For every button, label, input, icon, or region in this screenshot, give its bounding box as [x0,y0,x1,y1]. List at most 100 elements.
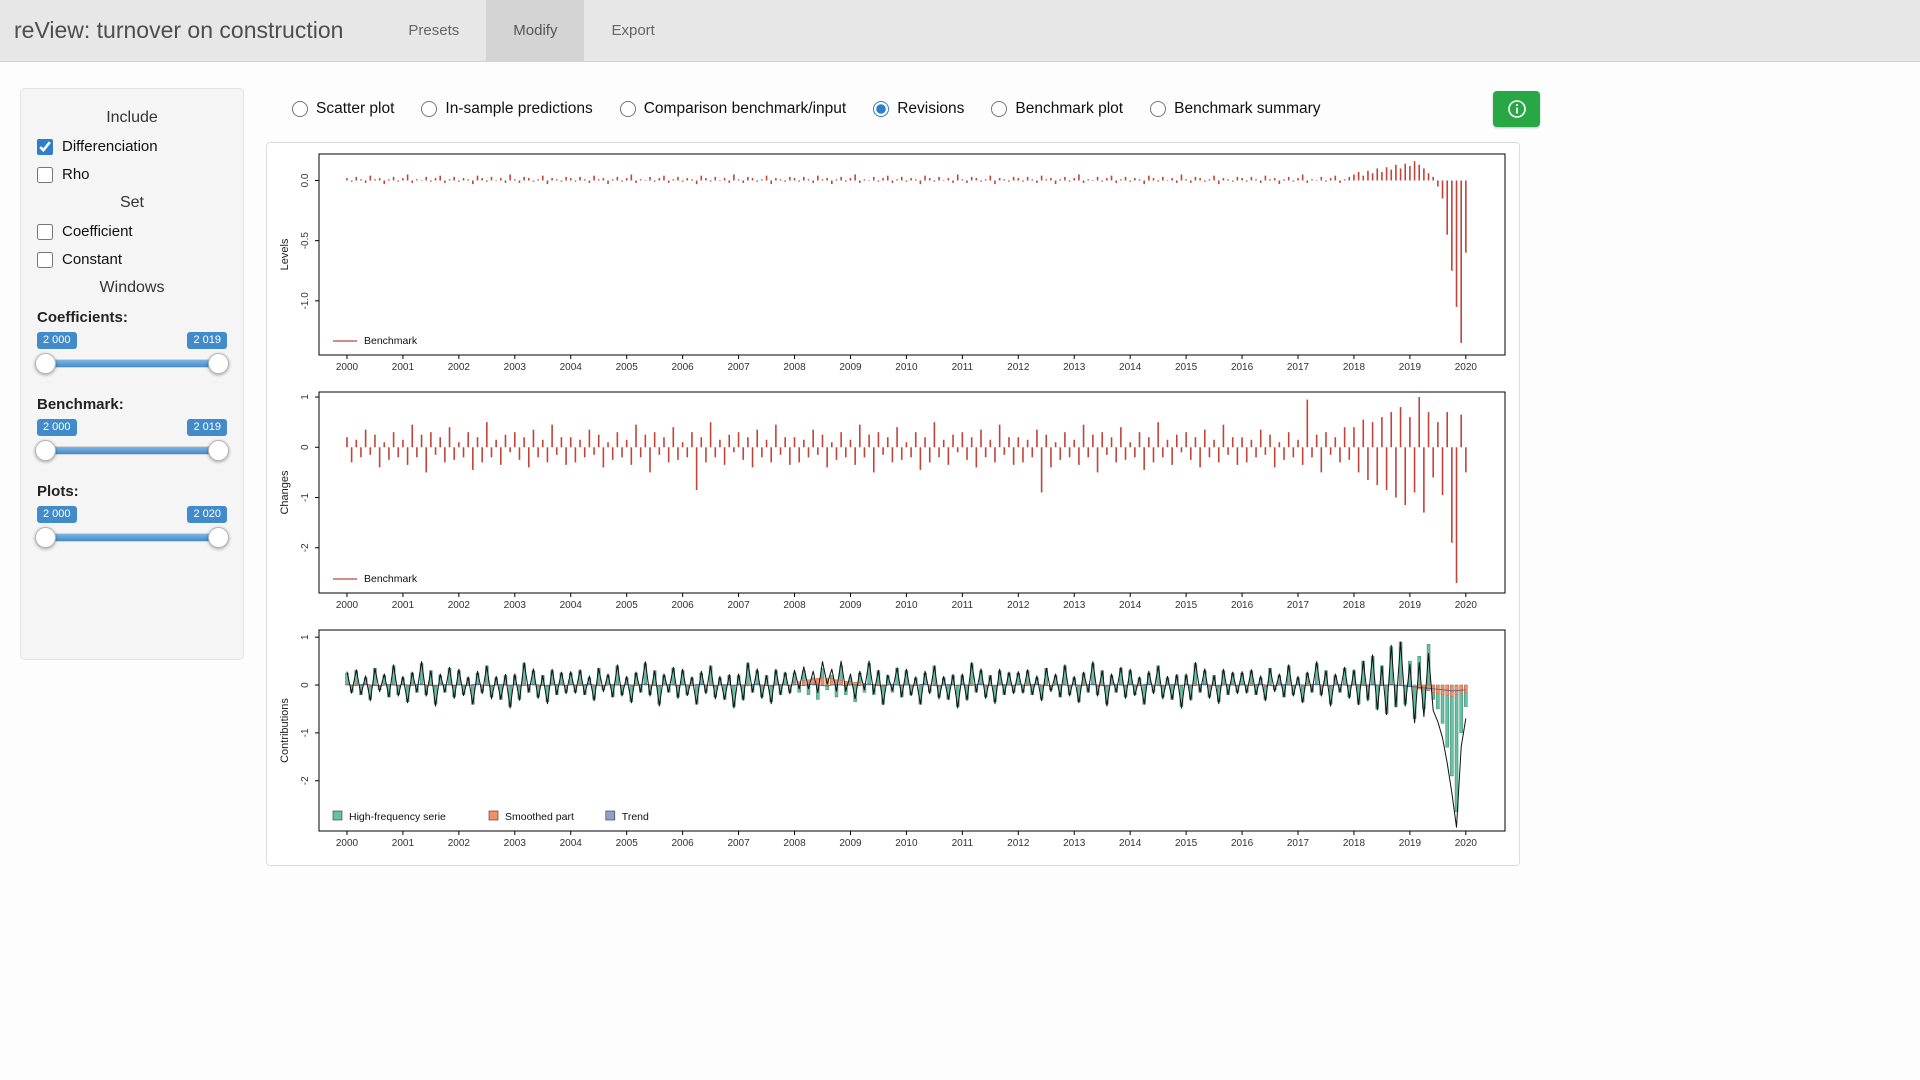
svg-text:2000: 2000 [336,362,359,373]
radio-input-in-sample-predictions[interactable] [421,101,437,117]
include-heading: Include [37,109,227,127]
slider-handle-right[interactable] [208,527,229,548]
page-content: Include DifferenciationRho Set Coefficie… [0,62,1920,866]
svg-text:2011: 2011 [952,838,974,849]
legend-label: Trend [622,811,649,823]
slider-track[interactable] [37,446,227,455]
slider-handle-left[interactable] [35,527,56,548]
legend-label: High-frequency serie [349,811,446,823]
contributions-chart-svg: 2000200120022003200420052006200720082009… [271,623,1515,861]
svg-text:Levels: Levels [279,238,291,270]
svg-text:2009: 2009 [839,838,862,849]
plot-type-controls: Scatter plot In-sample predictions Compari… [266,91,1540,127]
checkbox-rho[interactable]: Rho [37,166,227,183]
svg-text:1: 1 [300,634,311,640]
svg-text:2017: 2017 [1287,362,1310,373]
slider-handle-left[interactable] [35,353,56,374]
slider-to-value: 2 019 [187,419,227,436]
slider-fill [43,447,221,454]
include-checkbox-group: Differenciation Rho [37,138,227,183]
svg-text:-0.5: -0.5 [300,232,311,250]
svg-text:2002: 2002 [448,600,471,611]
svg-text:2016: 2016 [1231,600,1254,611]
slider-from-value: 2 000 [37,332,77,349]
radio-benchmark-plot[interactable]: Benchmark plot [991,100,1123,118]
svg-text:-2: -2 [300,776,311,785]
svg-text:2008: 2008 [783,600,806,611]
slider-track[interactable] [37,359,227,368]
radio-label: Benchmark plot [1015,100,1123,118]
checkbox-constant[interactable]: Constant [37,251,227,268]
svg-text:2010: 2010 [895,600,918,611]
info-button[interactable] [1493,91,1540,127]
slider-to-value: 2 020 [187,506,227,523]
radio-input-benchmark-summary[interactable] [1150,101,1166,117]
app-header: reView: turnover on construction Presets… [0,0,1920,62]
slider-benchmark: Benchmark:2 0002 019 [37,396,227,471]
info-icon [1507,99,1527,119]
svg-text:2019: 2019 [1399,362,1422,373]
svg-text:2015: 2015 [1175,838,1198,849]
range-slider[interactable]: 2 0002 019 [37,413,227,471]
windows-heading: Windows [37,279,227,297]
svg-text:2006: 2006 [672,600,695,611]
checkbox-input-differenciation[interactable] [37,139,53,155]
svg-text:2001: 2001 [392,600,415,611]
radio-benchmark-summary[interactable]: Benchmark summary [1150,100,1320,118]
svg-text:2000: 2000 [336,838,359,849]
radio-input-comparison-benchmark-input[interactable] [620,101,636,117]
svg-text:2003: 2003 [504,600,527,611]
slider-coefficients: Coefficients:2 0002 019 [37,309,227,384]
svg-text:2000: 2000 [336,600,359,611]
checkbox-input-rho[interactable] [37,167,53,183]
svg-text:1: 1 [300,394,311,400]
radio-in-sample-predictions[interactable]: In-sample predictions [421,100,592,118]
checkbox-label: Coefficient [62,223,133,240]
svg-text:-1: -1 [300,493,311,502]
changes-chart: 2000200120022003200420052006200720082009… [271,385,1515,623]
radio-input-scatter-plot[interactable] [292,101,308,117]
radio-input-revisions[interactable] [873,101,889,117]
svg-text:2020: 2020 [1455,362,1478,373]
radio-label: Revisions [897,100,964,118]
checkbox-coefficient[interactable]: Coefficient [37,223,227,240]
tab-modify[interactable]: Modify [486,0,584,61]
range-slider[interactable]: 2 0002 019 [37,326,227,384]
svg-text:2013: 2013 [1063,600,1086,611]
slider-handle-right[interactable] [208,353,229,374]
checkbox-label: Rho [62,166,90,183]
checkbox-input-constant[interactable] [37,252,53,268]
svg-text:2005: 2005 [616,600,639,611]
slider-handle-right[interactable] [208,440,229,461]
tab-presets[interactable]: Presets [381,0,486,61]
svg-text:2001: 2001 [392,362,415,373]
svg-text:2010: 2010 [895,838,918,849]
svg-text:Contributions: Contributions [279,698,291,763]
radio-input-benchmark-plot[interactable] [991,101,1007,117]
svg-text:2005: 2005 [616,838,639,849]
svg-text:2006: 2006 [672,838,695,849]
radio-scatter-plot[interactable]: Scatter plot [292,100,394,118]
svg-text:2018: 2018 [1343,362,1366,373]
checkbox-input-coefficient[interactable] [37,224,53,240]
svg-text:2014: 2014 [1119,362,1142,373]
checkbox-differenciation[interactable]: Differenciation [37,138,227,155]
slider-handle-left[interactable] [35,440,56,461]
radio-revisions[interactable]: Revisions [873,100,964,118]
radio-comparison-benchmark-input[interactable]: Comparison benchmark/input [620,100,846,118]
levels-chart-svg: 2000200120022003200420052006200720082009… [271,147,1515,385]
svg-text:2012: 2012 [1007,600,1030,611]
svg-text:2011: 2011 [952,600,974,611]
svg-text:2020: 2020 [1455,600,1478,611]
svg-text:2011: 2011 [952,362,974,373]
legend-label: Smoothed part [505,811,574,823]
slider-label: Benchmark: [37,396,227,413]
tab-export[interactable]: Export [584,0,681,61]
plot-type-radio-group: Scatter plot In-sample predictions Compari… [292,100,1348,118]
svg-text:2007: 2007 [727,838,750,849]
slider-track[interactable] [37,533,227,542]
svg-text:2017: 2017 [1287,600,1310,611]
slider-fill [43,360,221,367]
range-slider[interactable]: 2 0002 020 [37,500,227,558]
app-title: reView: turnover on construction [0,0,381,61]
